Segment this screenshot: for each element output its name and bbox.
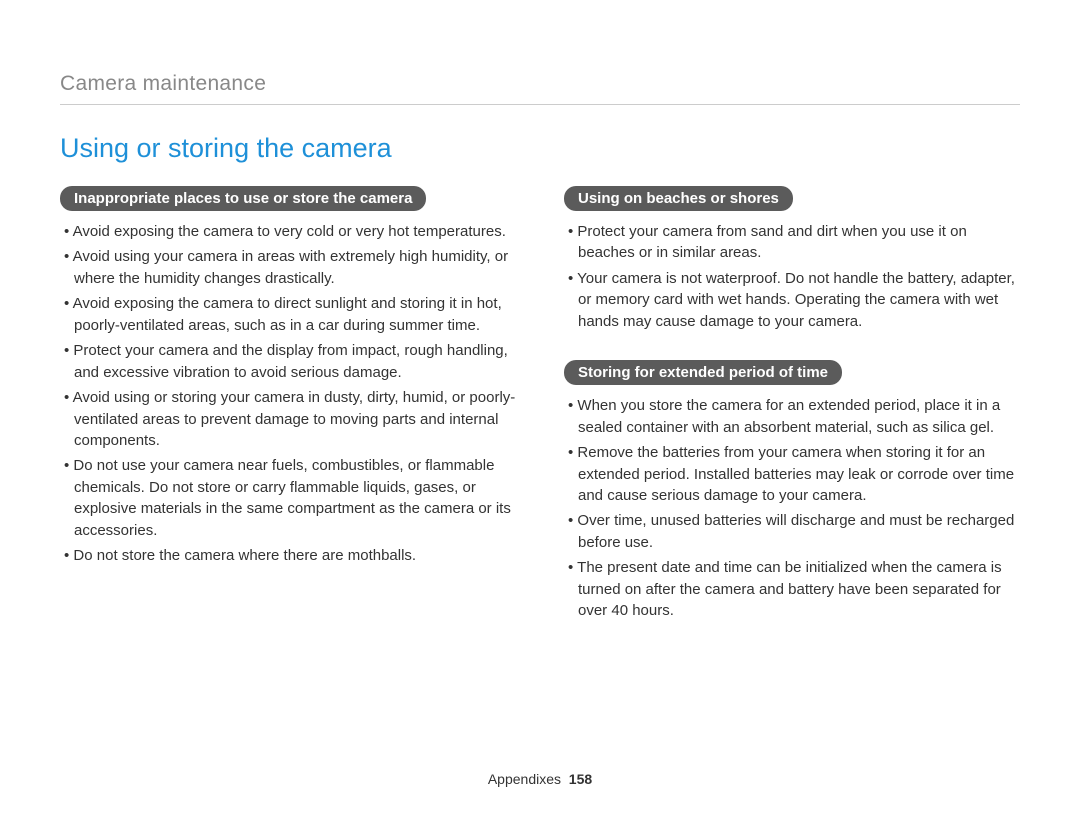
list-item: Protect your camera and the display from… — [60, 340, 516, 383]
list-item: The present date and time can be initial… — [564, 557, 1020, 621]
list-item: Do not store the camera where there are … — [60, 545, 516, 566]
list-item: When you store the camera for an extende… — [564, 395, 1020, 438]
list-item: Over time, unused batteries will dischar… — [564, 510, 1020, 553]
page-number: 158 — [569, 771, 592, 787]
subhead-storing: Storing for extended period of time — [564, 360, 842, 385]
list-item: Avoid using or storing your camera in du… — [60, 387, 516, 451]
list-item: Protect your camera from sand and dirt w… — [564, 221, 1020, 264]
page-title: Using or storing the camera — [60, 133, 1020, 164]
list-inappropriate: Avoid exposing the camera to very cold o… — [60, 221, 516, 567]
right-column: Using on beaches or shores Protect your … — [564, 186, 1020, 644]
subhead-beaches: Using on beaches or shores — [564, 186, 793, 211]
page-footer: Appendixes 158 — [0, 771, 1080, 787]
content-columns: Inappropriate places to use or store the… — [60, 186, 1020, 644]
list-item: Avoid exposing the camera to very cold o… — [60, 221, 516, 242]
footer-label: Appendixes — [488, 771, 561, 787]
list-beaches: Protect your camera from sand and dirt w… — [564, 221, 1020, 332]
section-header: Camera maintenance — [60, 72, 1020, 105]
list-item: Remove the batteries from your camera wh… — [564, 442, 1020, 506]
list-item: Avoid using your camera in areas with ex… — [60, 246, 516, 289]
left-column: Inappropriate places to use or store the… — [60, 186, 516, 644]
list-item: Avoid exposing the camera to direct sunl… — [60, 293, 516, 336]
list-item: Do not use your camera near fuels, combu… — [60, 455, 516, 541]
list-item: Your camera is not waterproof. Do not ha… — [564, 268, 1020, 332]
subhead-inappropriate: Inappropriate places to use or store the… — [60, 186, 426, 211]
list-storing: When you store the camera for an extende… — [564, 395, 1020, 621]
